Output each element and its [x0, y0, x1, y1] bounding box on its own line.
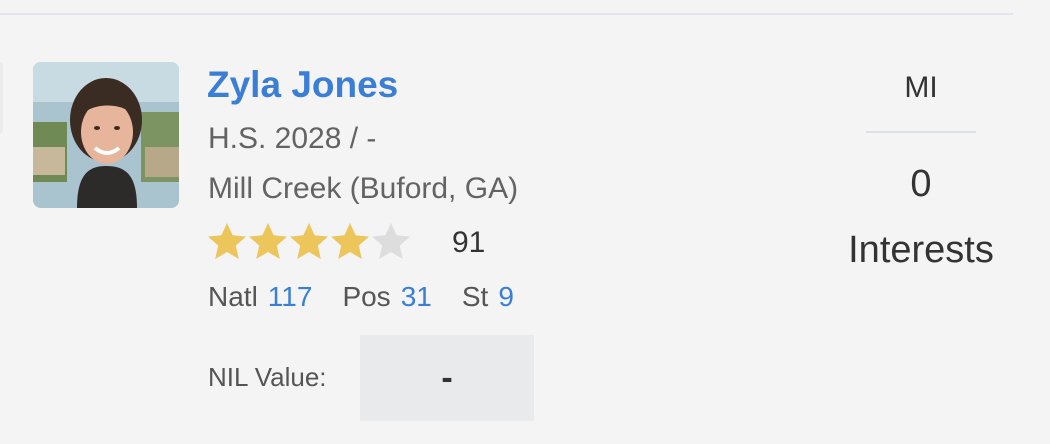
player-avatar[interactable]: [33, 62, 179, 208]
national-rank-label: Natl: [208, 281, 258, 312]
top-divider: [0, 13, 1013, 15]
state-code: MI: [904, 71, 938, 104]
nil-value-label: NIL Value:: [208, 362, 327, 392]
star-rating: [207, 221, 412, 263]
ranking-row: Natl 117 Pos 31 St 9: [208, 281, 514, 313]
star-icon: [372, 223, 410, 259]
class-year: H.S. 2028 / -: [208, 122, 377, 155]
star-icon: [208, 223, 246, 259]
interest-count: 0: [910, 163, 932, 205]
state-rank-link[interactable]: 9: [498, 281, 514, 312]
state-rank-label: St: [461, 281, 489, 312]
interest-divider: [866, 131, 976, 133]
star-icon: [290, 223, 328, 259]
position-rank-link[interactable]: 31: [401, 281, 432, 312]
school-location: Mill Creek (Buford, GA): [208, 172, 519, 205]
interest-panel: MI 0 Interests: [830, 66, 1012, 273]
nil-value-box: -: [360, 335, 534, 421]
player-name-link[interactable]: Zyla Jones: [207, 64, 398, 106]
rating-score: 91: [452, 226, 486, 259]
star-icon: [249, 223, 287, 259]
star-icon: [331, 223, 369, 259]
position-rank-label: Pos: [342, 281, 391, 312]
national-rank-link[interactable]: 117: [268, 281, 313, 312]
interest-label: Interests: [848, 229, 994, 271]
previous-card-edge: [0, 62, 3, 134]
